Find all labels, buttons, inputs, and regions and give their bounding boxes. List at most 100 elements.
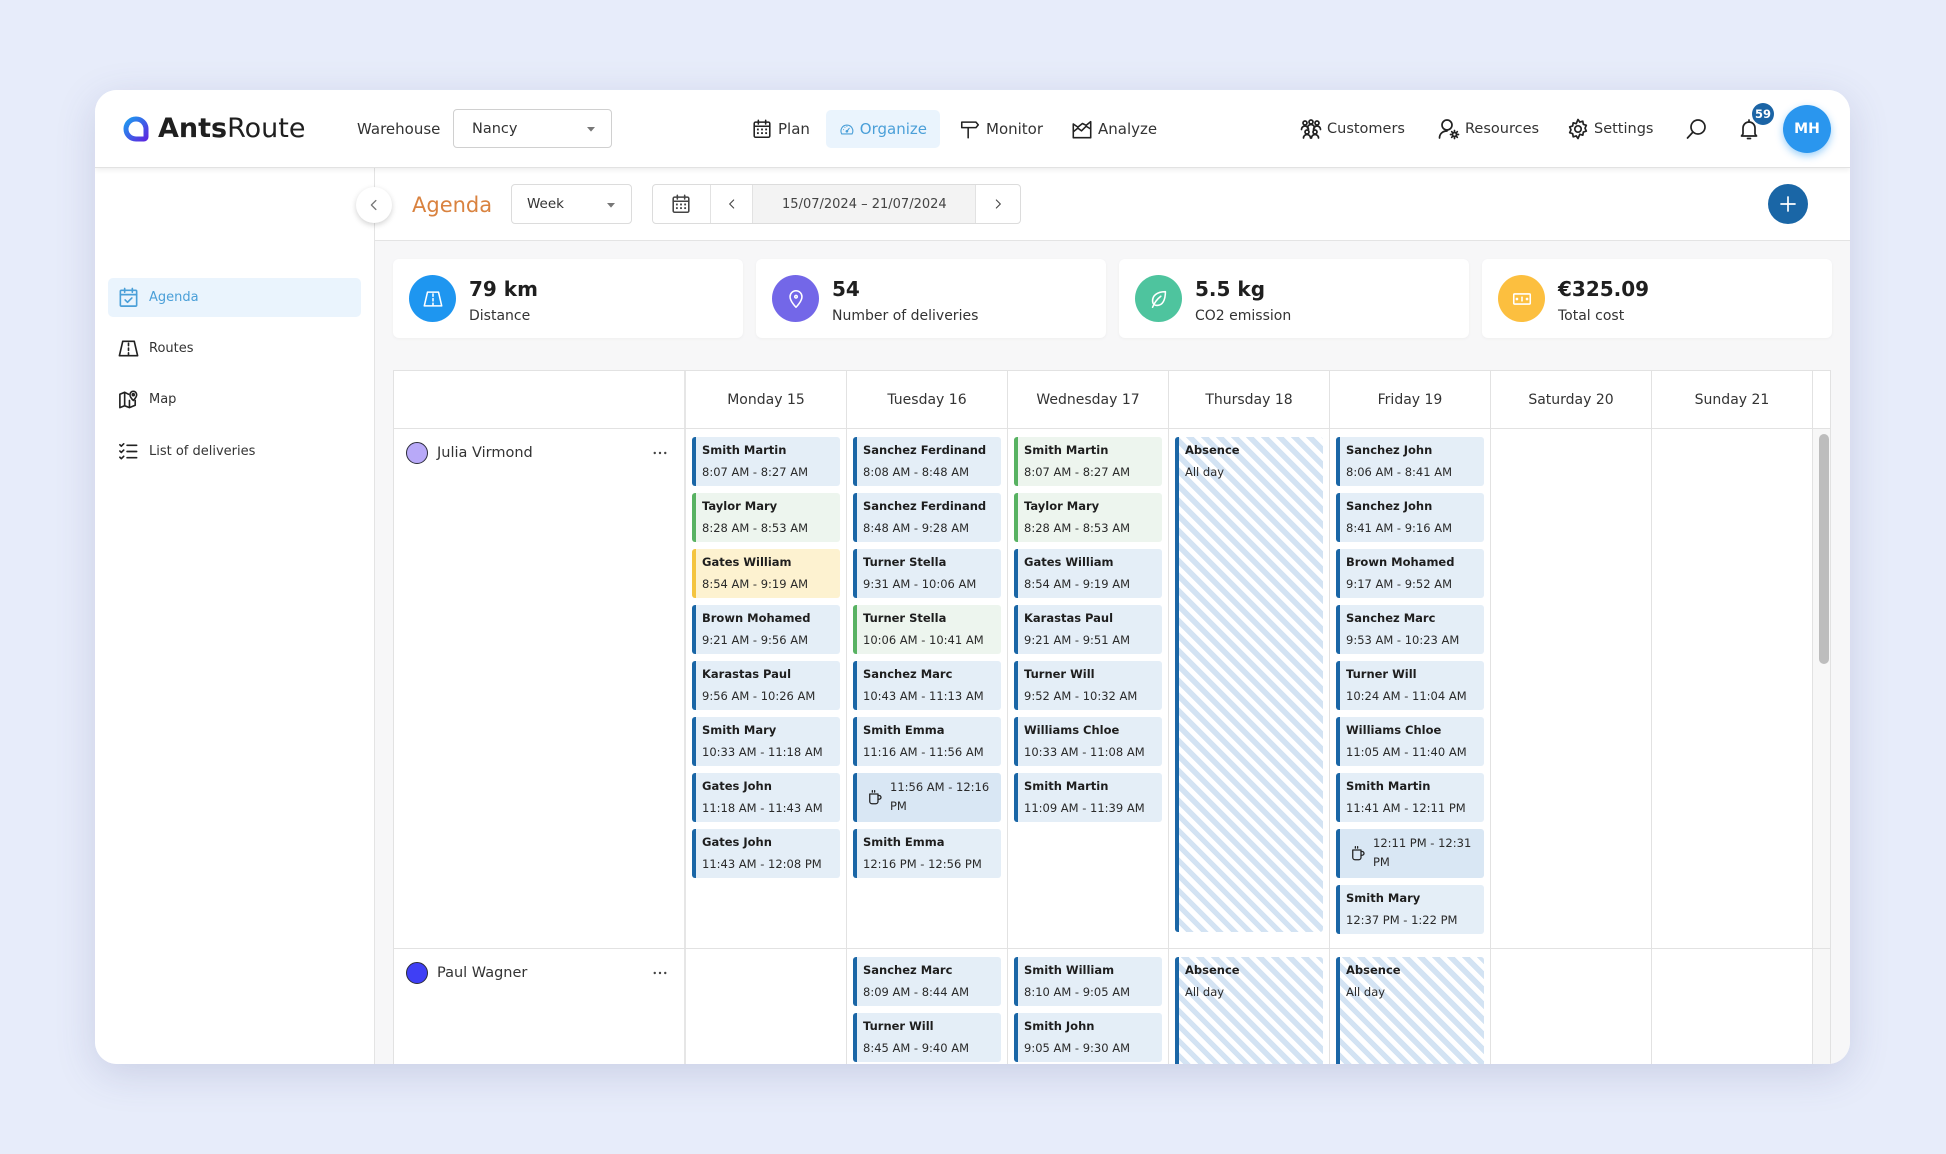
- delivery-event[interactable]: Gates John 11:18 AM - 11:43 AM: [692, 773, 840, 822]
- delivery-event[interactable]: Taylor Mary 8:28 AM - 8:53 AM: [1014, 493, 1162, 542]
- day-cell[interactable]: Sanchez Marc 8:09 AM - 8:44 AM Turner Will…: [847, 949, 1008, 1064]
- calendar-picker-button[interactable]: [653, 185, 711, 223]
- event-title: Gates John: [702, 779, 772, 793]
- more-horizontal-icon[interactable]: [651, 444, 669, 462]
- warehouse-label: Warehouse: [357, 120, 441, 138]
- delivery-event[interactable]: Gates William 8:54 AM - 9:19 AM: [1014, 549, 1162, 598]
- delivery-event[interactable]: Gates John 11:43 AM - 12:08 PM: [692, 829, 840, 878]
- user-avatar[interactable]: MH: [1783, 105, 1831, 153]
- event-time: 9:31 AM - 10:06 AM: [863, 577, 977, 591]
- event-time: 10:33 AM - 11:18 AM: [702, 745, 823, 759]
- day-cell[interactable]: [686, 949, 847, 1064]
- delivery-event[interactable]: Gates William 8:54 AM - 9:19 AM: [692, 549, 840, 598]
- warehouse-select[interactable]: Nancy: [453, 109, 612, 148]
- day-cell[interactable]: Absence All day: [1169, 949, 1330, 1064]
- delivery-event[interactable]: Smith William 8:10 AM - 9:05 AM: [1014, 957, 1162, 1006]
- delivery-event[interactable]: Taylor Mary 8:28 AM - 8:53 AM: [692, 493, 840, 542]
- nav-settings[interactable]: Settings: [1566, 110, 1653, 148]
- app-logo[interactable]: AntsRoute: [122, 110, 306, 148]
- event-time: 8:06 AM - 8:41 AM: [1346, 465, 1452, 479]
- nav-plan[interactable]: Plan: [751, 110, 810, 148]
- day-cell[interactable]: Smith William 8:10 AM - 9:05 AM Smith John…: [1008, 949, 1169, 1064]
- event-title: Smith Martin: [1024, 443, 1109, 457]
- day-cell[interactable]: Smith Martin 8:07 AM - 8:27 AM Taylor Mary…: [686, 429, 847, 948]
- delivery-event[interactable]: Karastas Paul 9:56 AM - 10:26 AM: [692, 661, 840, 710]
- day-cell[interactable]: Absence All day: [1169, 429, 1330, 948]
- day-header: Sunday 21: [1652, 371, 1813, 428]
- sidebar-item-list-of-deliveries[interactable]: List of deliveries: [108, 432, 361, 471]
- stat-value: 5.5 kg: [1195, 277, 1266, 301]
- delivery-event[interactable]: Smith Emma 11:16 AM - 11:56 AM: [853, 717, 1001, 766]
- search-icon[interactable]: [1684, 117, 1708, 141]
- absence-event[interactable]: Absence All day: [1175, 957, 1323, 1064]
- absence-event[interactable]: Absence All day: [1175, 437, 1323, 932]
- date-range[interactable]: 15/07/2024 – 21/07/2024: [753, 185, 977, 223]
- delivery-event[interactable]: Sanchez John 8:06 AM - 8:41 AM: [1336, 437, 1484, 486]
- nav-customers[interactable]: Customers: [1299, 110, 1405, 148]
- resource-row: Paul Wagner Sanchez Marc 8:09 AM - 8:44 AM…: [394, 949, 1830, 1064]
- day-cell[interactable]: [1652, 949, 1813, 1064]
- sidebar-item-map[interactable]: Map: [108, 380, 361, 419]
- break-event[interactable]: 12:11 PM - 12:31 PM: [1336, 829, 1484, 878]
- event-time: 9:52 AM - 10:32 AM: [1024, 689, 1138, 703]
- day-cell[interactable]: [1652, 429, 1813, 948]
- delivery-event[interactable]: Sanchez Marc 8:09 AM - 8:44 AM: [853, 957, 1001, 1006]
- calendar-grid-icon: [751, 118, 773, 140]
- delivery-event[interactable]: Smith Martin 11:41 AM - 12:11 PM: [1336, 773, 1484, 822]
- nav-organize[interactable]: Organize: [826, 110, 940, 148]
- delivery-event[interactable]: Turner Stella 9:31 AM - 10:06 AM: [853, 549, 1001, 598]
- day-cell[interactable]: [1491, 949, 1652, 1064]
- add-button[interactable]: [1768, 184, 1808, 224]
- day-cell[interactable]: [1491, 429, 1652, 948]
- more-horizontal-icon[interactable]: [651, 964, 669, 982]
- delivery-event[interactable]: Sanchez John 8:41 AM - 9:16 AM: [1336, 493, 1484, 542]
- event-time: 9:05 AM - 9:30 AM: [1024, 1041, 1130, 1055]
- day-cell[interactable]: Sanchez John 8:06 AM - 8:41 AM Sanchez Joh…: [1330, 429, 1491, 948]
- app-name: AntsRoute: [158, 112, 306, 146]
- vertical-scrollbar[interactable]: [1819, 434, 1829, 664]
- sidebar-item-routes[interactable]: Routes: [108, 329, 361, 368]
- agenda-grid: Monday 15 Tuesday 16 Wednesday 17 Thursd…: [393, 370, 1831, 1064]
- previous-week-button[interactable]: [711, 185, 754, 223]
- delivery-event[interactable]: Smith Martin 11:09 AM - 11:39 AM: [1014, 773, 1162, 822]
- notification-badge: 59: [1752, 103, 1774, 125]
- collapse-sidebar-button[interactable]: [356, 187, 392, 223]
- delivery-event[interactable]: Smith John 9:05 AM - 9:30 AM: [1014, 1013, 1162, 1062]
- sidebar-item-agenda[interactable]: Agenda: [108, 278, 361, 317]
- absence-event[interactable]: Absence All day: [1336, 957, 1484, 1064]
- break-event[interactable]: 11:56 AM - 12:16 PM: [853, 773, 1001, 822]
- nav-analyze[interactable]: Analyze: [1071, 110, 1157, 148]
- nav-resources[interactable]: Resources: [1437, 110, 1539, 148]
- next-week-button[interactable]: [976, 185, 1020, 223]
- delivery-event[interactable]: Smith Martin 8:07 AM - 8:27 AM: [1014, 437, 1162, 486]
- day-cell[interactable]: Absence All day: [1330, 949, 1491, 1064]
- event-time: 11:43 AM - 12:08 PM: [702, 857, 822, 871]
- delivery-event[interactable]: Sanchez Ferdinand 8:48 AM - 9:28 AM: [853, 493, 1001, 542]
- delivery-event[interactable]: Turner Will 8:45 AM - 9:40 AM: [853, 1013, 1001, 1062]
- delivery-event[interactable]: Smith Mary 12:37 PM - 1:22 PM: [1336, 885, 1484, 934]
- sidebar-item-label: Agenda: [149, 290, 199, 305]
- event-title: Turner Will: [863, 1019, 934, 1033]
- resource-column-header: [394, 371, 686, 428]
- delivery-event[interactable]: Sanchez Marc 10:43 AM - 11:13 AM: [853, 661, 1001, 710]
- delivery-event[interactable]: Williams Chloe 10:33 AM - 11:08 AM: [1014, 717, 1162, 766]
- delivery-event[interactable]: Turner Will 9:52 AM - 10:32 AM: [1014, 661, 1162, 710]
- sidebar-item-label: Routes: [149, 341, 194, 356]
- delivery-event[interactable]: Karastas Paul 9:21 AM - 9:51 AM: [1014, 605, 1162, 654]
- delivery-event[interactable]: Sanchez Ferdinand 8:08 AM - 8:48 AM: [853, 437, 1001, 486]
- day-cell[interactable]: Sanchez Ferdinand 8:08 AM - 8:48 AM Sanche…: [847, 429, 1008, 948]
- delivery-event[interactable]: Turner Stella 10:06 AM - 10:41 AM: [853, 605, 1001, 654]
- delivery-event[interactable]: Brown Mohamed 9:21 AM - 9:56 AM: [692, 605, 840, 654]
- delivery-event[interactable]: Smith Emma 12:16 PM - 12:56 PM: [853, 829, 1001, 878]
- delivery-event[interactable]: Williams Chloe 11:05 AM - 11:40 AM: [1336, 717, 1484, 766]
- delivery-event[interactable]: Turner Will 10:24 AM - 11:04 AM: [1336, 661, 1484, 710]
- delivery-event[interactable]: Brown Mohamed 9:17 AM - 9:52 AM: [1336, 549, 1484, 598]
- caret-down-icon: [603, 197, 619, 213]
- delivery-event[interactable]: Sanchez Marc 9:53 AM - 10:23 AM: [1336, 605, 1484, 654]
- stat-label: Total cost: [1558, 308, 1625, 324]
- day-cell[interactable]: Smith Martin 8:07 AM - 8:27 AM Taylor Mary…: [1008, 429, 1169, 948]
- delivery-event[interactable]: Smith Mary 10:33 AM - 11:18 AM: [692, 717, 840, 766]
- view-select[interactable]: Week: [511, 184, 632, 224]
- delivery-event[interactable]: Smith Martin 8:07 AM - 8:27 AM: [692, 437, 840, 486]
- nav-monitor[interactable]: Monitor: [959, 110, 1043, 148]
